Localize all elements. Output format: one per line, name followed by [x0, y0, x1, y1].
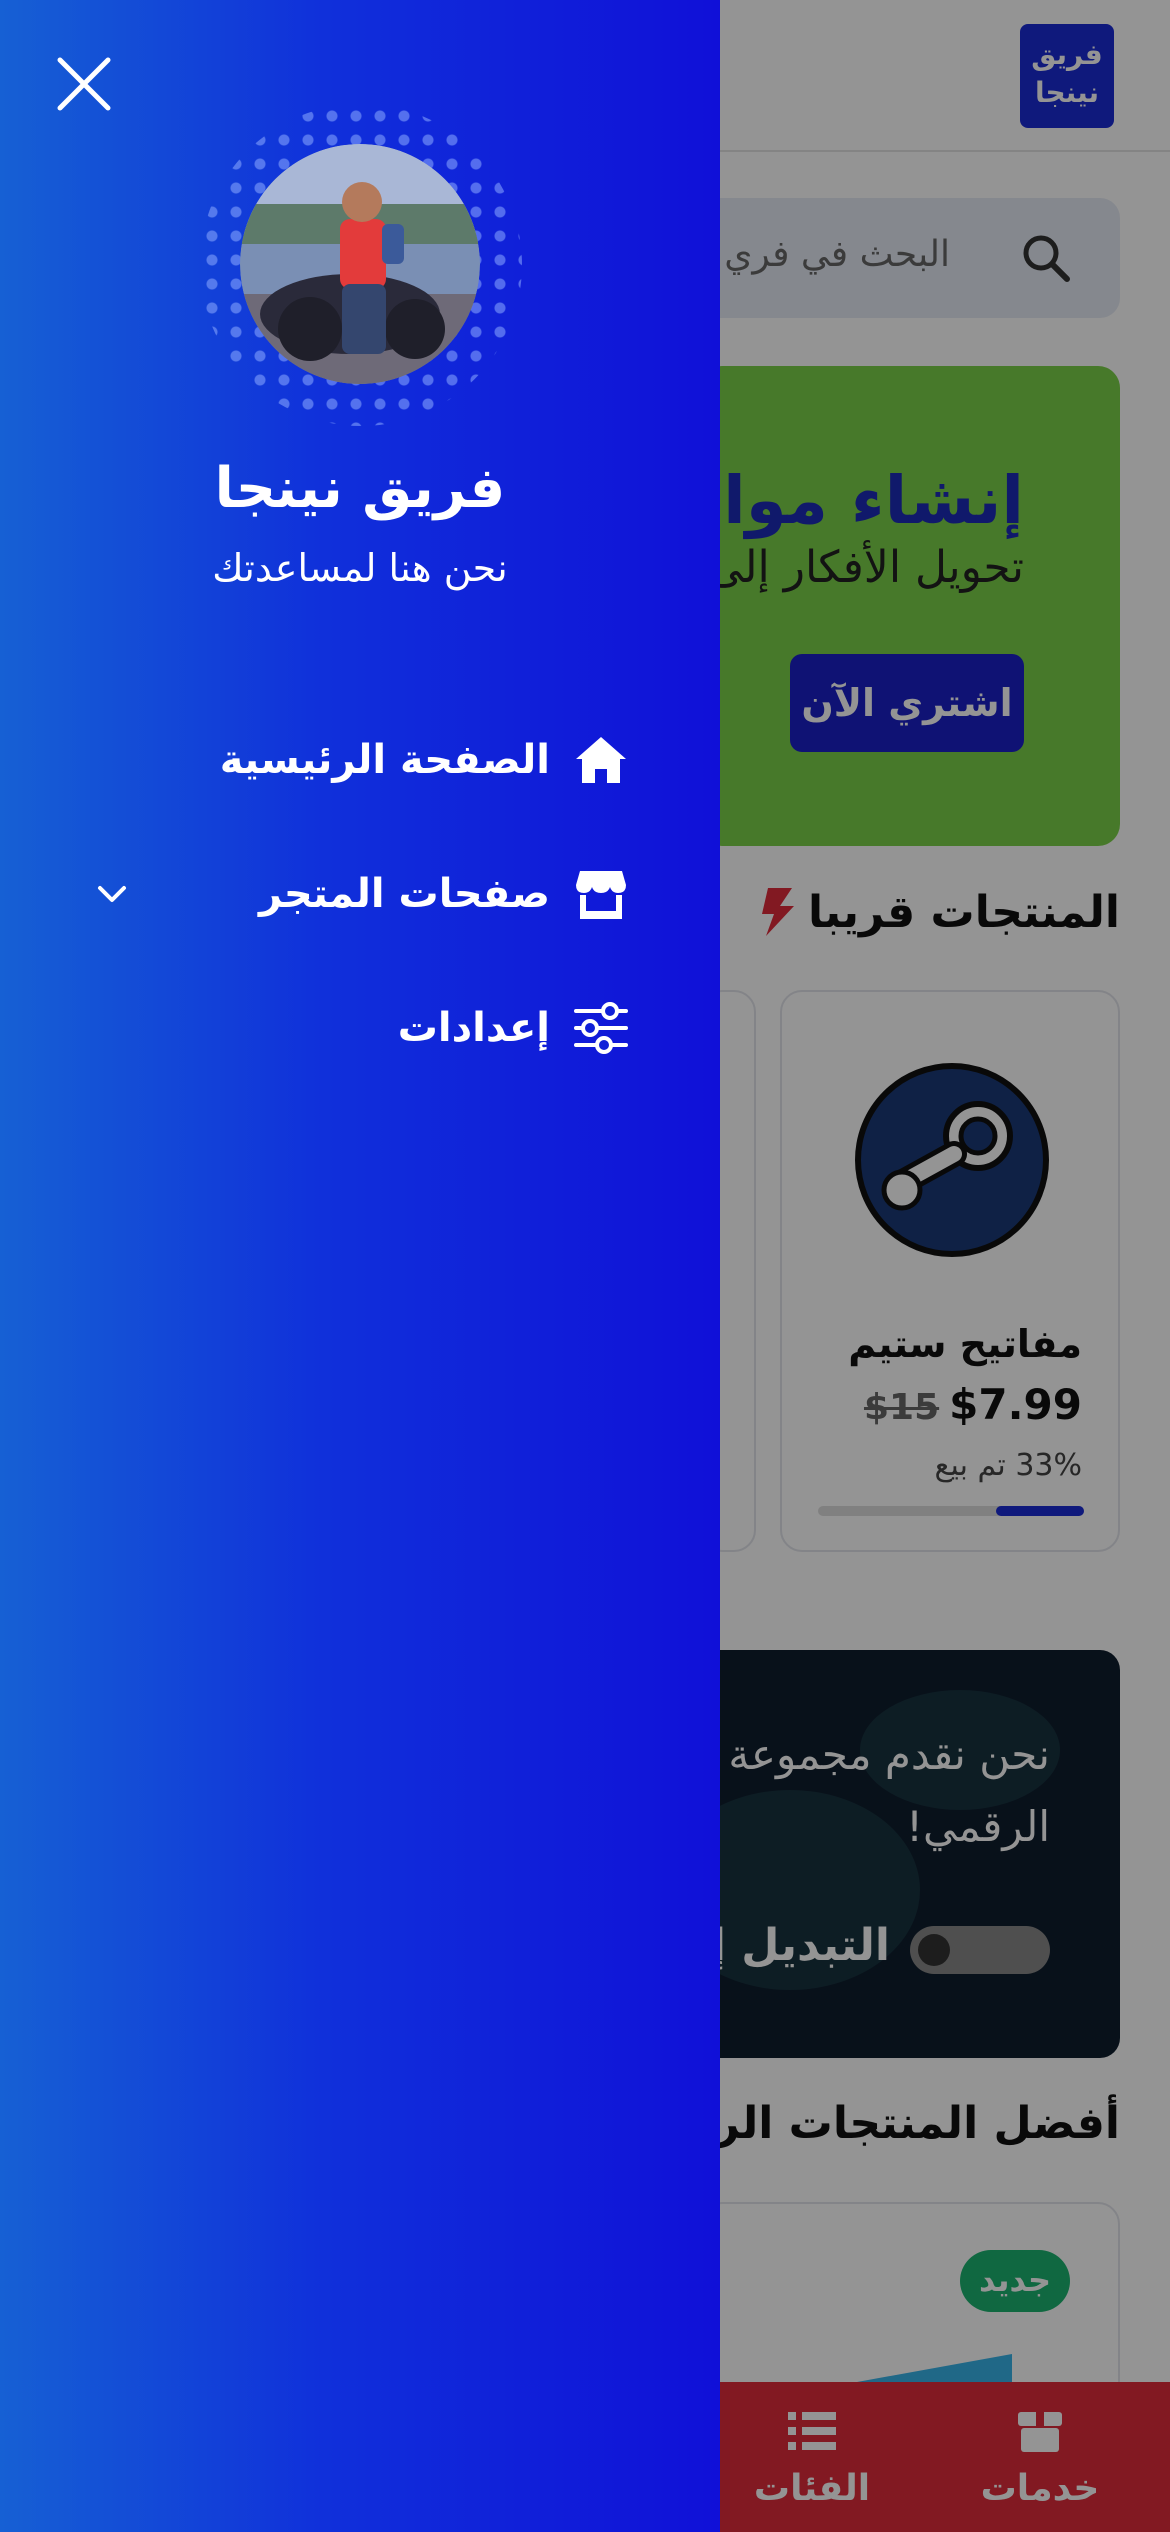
- avatar[interactable]: [240, 144, 480, 384]
- drawer-subtitle: نحن هنا لمساعدتك: [212, 546, 508, 590]
- close-icon[interactable]: [54, 54, 114, 114]
- home-icon: [576, 737, 626, 783]
- drawer-username: فريق نينجا: [214, 456, 506, 521]
- menu-item-settings[interactable]: إعدادات: [398, 988, 630, 1068]
- side-drawer: فريق نينجا نحن هنا لمساعدتك الصفحة الرئي…: [0, 0, 720, 2532]
- menu-item-store-pages[interactable]: صفحات المتجر: [259, 854, 630, 934]
- menu-item-label: إعدادات: [397, 1005, 550, 1051]
- chevron-down-icon[interactable]: [92, 876, 132, 912]
- sliders-icon: [574, 1002, 628, 1054]
- menu-item-label: صفحات المتجر: [259, 871, 550, 917]
- menu-item-home[interactable]: الصفحة الرئيسية: [220, 720, 630, 800]
- store-icon: [576, 871, 626, 919]
- menu-item-label: الصفحة الرئيسية: [219, 737, 550, 783]
